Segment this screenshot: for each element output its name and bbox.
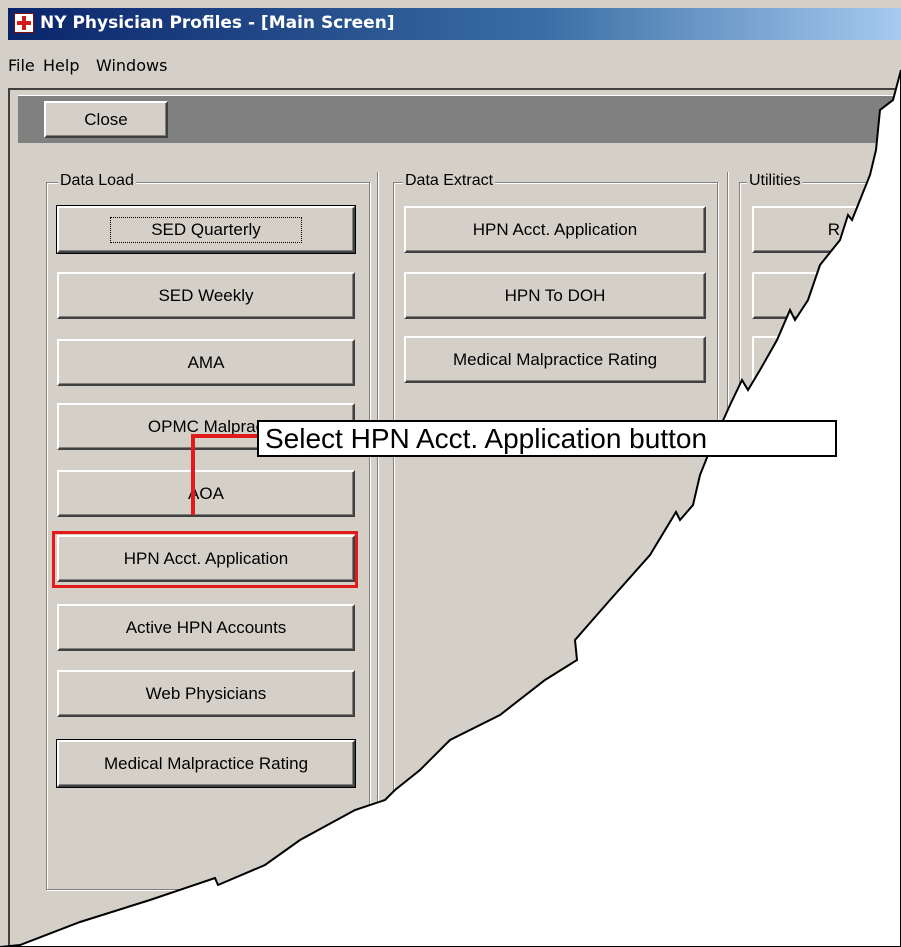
torn-page-overlay [0,69,901,947]
instruction-text: Select HPN Acct. Application button [265,422,708,454]
torn-edge [0,69,901,947]
instruction-callout: Select HPN Acct. Application button [257,420,837,457]
highlight-box [52,531,358,588]
